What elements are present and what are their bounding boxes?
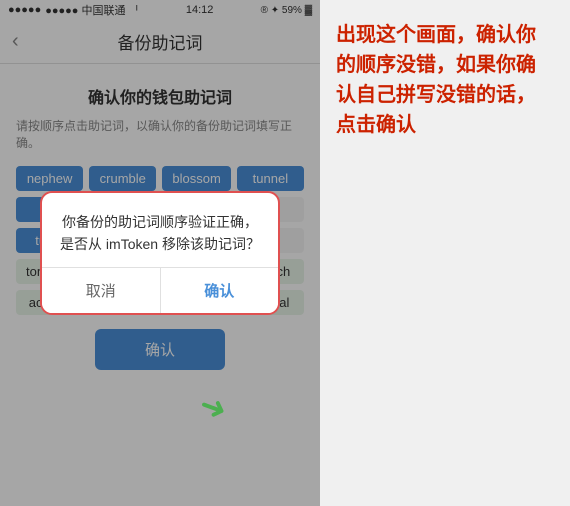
dialog-actions: 取消 确认 (42, 267, 278, 313)
dialog-message: 你备份的助记词顺序验证正确，是否从 imToken 移除该助记词？ (42, 193, 278, 268)
dialog-cancel-button[interactable]: 取消 (42, 268, 161, 313)
dialog-ok-button[interactable]: 确认 (161, 268, 279, 313)
arrow-annotation: ➜ (200, 388, 227, 426)
annotation-panel: 出现这个画面，确认你的顺序没错，如果你确认自己拼写没错的话，点击确认 (320, 0, 570, 506)
dialog-overlay: 你备份的助记词顺序验证正确，是否从 imToken 移除该助记词？ 取消 确认 … (0, 0, 320, 506)
phone-frame: ●●●●● ●●●●● 中国联通 ᅵ 14:12 ® ✦ 59% ▓ ‹ 备份助… (0, 0, 320, 506)
annotation-text: 出现这个画面，确认你的顺序没错，如果你确认自己拼写没错的话，点击确认 (336, 20, 554, 140)
green-arrow-icon: ➜ (194, 385, 232, 430)
dialog-box: 你备份的助记词顺序验证正确，是否从 imToken 移除该助记词？ 取消 确认 (40, 191, 280, 316)
